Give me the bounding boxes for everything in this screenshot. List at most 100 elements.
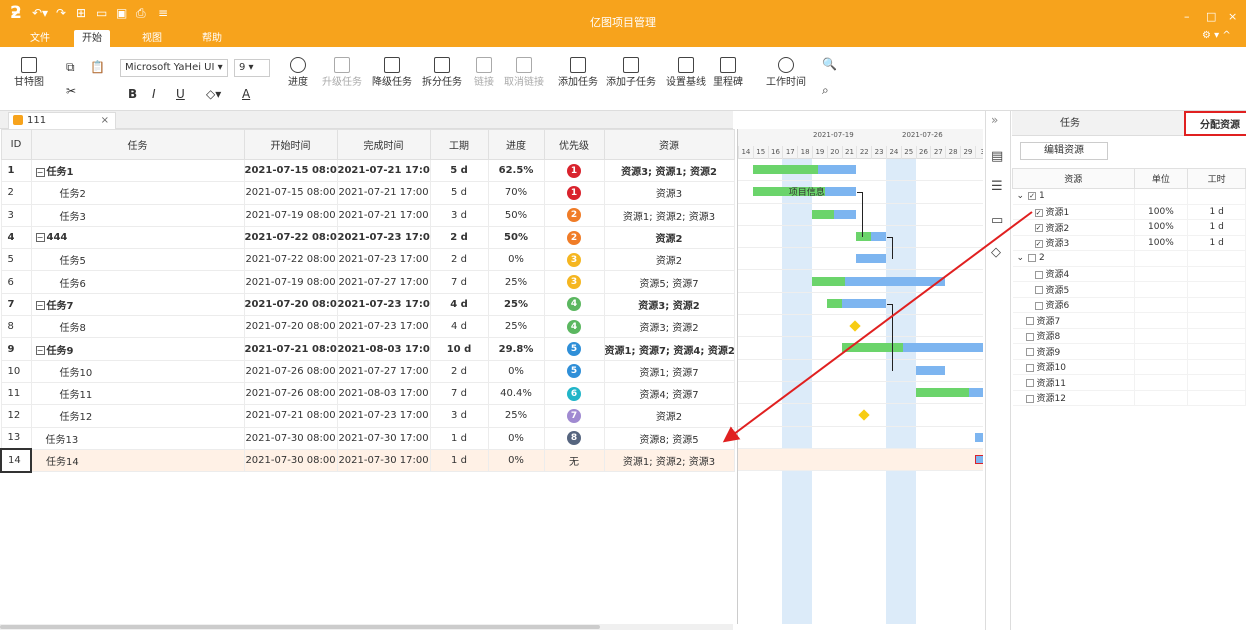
search-icon[interactable]: 🔍 <box>822 57 837 71</box>
task-resource[interactable]: 资源1; 资源7 <box>603 359 735 383</box>
resource-unit[interactable]: 100% <box>1134 235 1189 251</box>
resource-row[interactable]: 资源9 <box>1012 343 1246 360</box>
task-duration[interactable]: 10 d <box>429 337 489 361</box>
table-row[interactable]: 10 任务10 2021-07-26 08:00 2021-07-27 17:00 2 … <box>0 359 735 383</box>
task-start[interactable]: 2021-07-21 08:00 <box>243 337 338 361</box>
unlink-button[interactable]: 取消链接 <box>504 57 544 88</box>
table-row[interactable]: 3 任务3 2021-07-19 08:00 2021-07-21 17:00 3 d5… <box>0 203 735 227</box>
font-size-select[interactable]: 9 ▾ <box>234 59 270 77</box>
work-time-button[interactable]: 工作时间 <box>764 57 808 88</box>
task-finish[interactable]: 2021-07-23 17:00 <box>336 292 431 317</box>
horizontal-scrollbar[interactable] <box>0 624 733 630</box>
find-replace-icon[interactable]: ⌕ <box>822 83 829 98</box>
task-finish[interactable]: 2021-07-30 17:00 <box>336 426 431 450</box>
add-subtask-button[interactable]: 添加子任务 <box>606 57 656 88</box>
task-duration[interactable]: 1 d <box>429 426 489 450</box>
task-duration[interactable]: 5 d <box>429 181 489 205</box>
resource-row[interactable]: 资源8 <box>1012 328 1246 344</box>
resource-row[interactable]: 资源5 <box>1012 281 1246 298</box>
task-resource[interactable]: 资源3; 资源2 <box>603 292 735 317</box>
resource-work[interactable] <box>1187 250 1246 267</box>
resource-checkbox[interactable] <box>1025 317 1034 326</box>
task-resource[interactable]: 资源3; 资源1; 资源2 <box>603 158 735 183</box>
expand-icon[interactable]: ⌄ <box>1017 191 1025 201</box>
list-icon[interactable]: ☰ <box>991 179 1003 194</box>
column-header-progress[interactable]: 进度 <box>487 129 545 160</box>
resource-work[interactable] <box>1187 343 1246 360</box>
resource-checkbox[interactable]: ✓ <box>1034 239 1043 248</box>
resource-row[interactable]: 资源10 <box>1012 359 1246 375</box>
task-id[interactable]: 2 <box>0 181 32 205</box>
task-name[interactable]: 任务6 <box>30 270 245 294</box>
resource-unit[interactable] <box>1134 188 1189 205</box>
menu-help[interactable]: 帮助 <box>194 30 230 47</box>
resource-row[interactable]: 资源4 <box>1012 266 1246 282</box>
table-row[interactable]: 9− 任务9 2021-07-21 08:00 2021-08-03 17:00 10 … <box>0 337 735 361</box>
task-progress[interactable]: 25% <box>487 404 545 428</box>
edit-resource-button[interactable]: 编辑资源 <box>1020 142 1108 160</box>
task-id[interactable]: 14 <box>0 448 32 473</box>
task-progress[interactable]: 70% <box>487 181 545 205</box>
task-id[interactable]: 1 <box>0 158 32 183</box>
task-resource[interactable]: 资源8; 资源5 <box>603 426 735 450</box>
task-priority[interactable]: 无 <box>543 448 605 473</box>
resource-checkbox[interactable]: ✓ <box>1034 224 1043 233</box>
task-resource[interactable]: 资源5; 资源7 <box>603 270 735 294</box>
task-id[interactable]: 4 <box>0 225 32 250</box>
resource-row[interactable]: 资源11 <box>1012 374 1246 391</box>
resource-unit[interactable]: 100% <box>1134 219 1189 236</box>
resource-work[interactable] <box>1187 281 1246 298</box>
task-finish[interactable]: 2021-07-21 17:00 <box>336 181 431 205</box>
resource-unit[interactable] <box>1134 390 1189 406</box>
task-name[interactable]: 任务13 <box>30 426 245 450</box>
resource-checkbox[interactable] <box>1034 301 1043 310</box>
task-bar[interactable]: 项目信息 <box>752 187 857 198</box>
task-name[interactable]: − 任务9 <box>30 337 245 361</box>
resource-unit[interactable] <box>1134 328 1189 344</box>
resource-work[interactable]: 1 d <box>1187 204 1246 220</box>
downgrade-task-button[interactable]: 降级任务 <box>372 57 412 88</box>
copy-icon[interactable]: ⧉ <box>66 60 75 75</box>
task-start[interactable]: 2021-07-20 08:00 <box>243 292 338 317</box>
task-finish[interactable]: 2021-07-27 17:00 <box>336 270 431 294</box>
task-finish[interactable]: 2021-08-03 17:00 <box>336 337 431 361</box>
resource-checkbox[interactable]: ✓ <box>1028 191 1037 200</box>
gantt-view-button[interactable]: 甘特图 <box>12 57 46 88</box>
underline-button[interactable]: U <box>176 87 185 101</box>
task-start[interactable]: 2021-07-26 08:00 <box>243 381 338 406</box>
collapse-panel-icon[interactable]: » <box>991 113 998 127</box>
task-progress[interactable]: 0% <box>487 359 545 383</box>
task-name[interactable]: 任务8 <box>30 315 245 339</box>
bold-button[interactable]: B <box>128 87 137 101</box>
task-name[interactable]: 任务14 <box>30 448 245 473</box>
task-duration[interactable]: 7 d <box>429 270 489 294</box>
task-bar[interactable] <box>841 343 983 353</box>
task-priority[interactable]: 1 <box>543 181 605 205</box>
resource-work[interactable] <box>1187 374 1246 391</box>
task-name[interactable]: 任务5 <box>30 248 245 272</box>
task-resource[interactable]: 资源1; 资源7; 资源4; 资源2 <box>603 337 735 361</box>
font-color-button[interactable]: A <box>242 87 250 101</box>
upgrade-task-button[interactable]: 升级任务 <box>322 57 362 88</box>
task-id[interactable]: 12 <box>0 404 32 428</box>
table-row[interactable]: 2 任务2 2021-07-15 08:00 2021-07-21 17:00 5 d7… <box>0 181 735 205</box>
task-id[interactable]: 11 <box>0 381 32 406</box>
task-name[interactable]: 任务2 <box>30 181 245 205</box>
resource-row[interactable]: 资源7 <box>1012 312 1246 329</box>
fill-color-icon[interactable]: ◇▾ <box>206 87 221 101</box>
task-id[interactable]: 9 <box>0 337 32 361</box>
task-duration[interactable]: 2 d <box>429 248 489 272</box>
task-finish[interactable]: 2021-07-23 17:00 <box>336 248 431 272</box>
task-duration[interactable]: 2 d <box>429 359 489 383</box>
collapse-icon[interactable]: − <box>35 232 45 242</box>
resource-checkbox[interactable] <box>1025 332 1034 341</box>
task-name[interactable]: −444 <box>30 225 245 250</box>
table-row[interactable]: 6 任务6 2021-07-19 08:00 2021-07-27 17:00 7 d2… <box>0 270 735 294</box>
task-start[interactable]: 2021-07-19 08:00 <box>243 203 338 227</box>
task-progress[interactable]: 50% <box>487 225 545 250</box>
table-row[interactable]: 13 任务13 2021-07-30 08:00 2021-07-30 17:00 1 … <box>0 426 735 450</box>
resource-work[interactable] <box>1187 312 1246 329</box>
resource-work[interactable] <box>1187 390 1246 406</box>
task-resource[interactable]: 资源3 <box>603 181 735 205</box>
resource-row[interactable]: 资源6 <box>1012 297 1246 313</box>
